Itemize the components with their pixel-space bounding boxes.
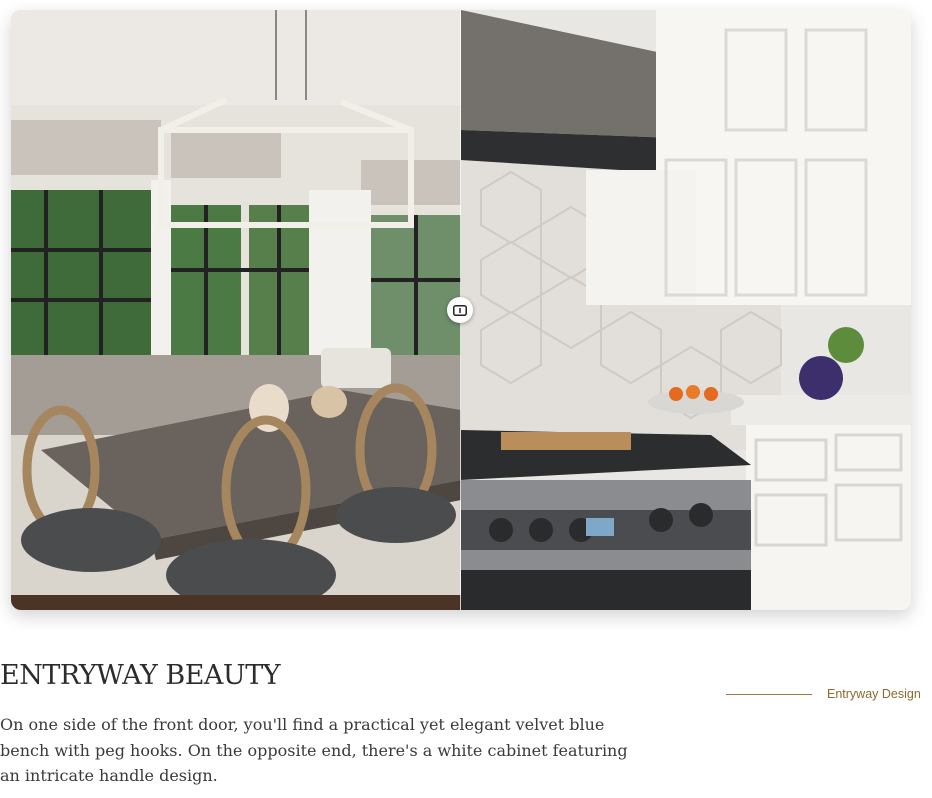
category-tag-link[interactable]: Entryway Design bbox=[827, 687, 921, 701]
compare-toggle-button[interactable] bbox=[447, 297, 473, 323]
dining-room-illustration bbox=[11, 10, 461, 610]
image-gallery[interactable] bbox=[11, 10, 911, 610]
project-description: On one side of the front door, you'll fi… bbox=[0, 715, 628, 785]
dining-room-photo bbox=[11, 10, 461, 610]
kitchen-photo bbox=[461, 10, 911, 610]
tag-divider bbox=[726, 694, 812, 695]
project-title: ENTRYWAY BEAUTY bbox=[0, 660, 281, 691]
compare-toggle-icon bbox=[453, 304, 467, 316]
kitchen-illustration bbox=[461, 10, 911, 610]
